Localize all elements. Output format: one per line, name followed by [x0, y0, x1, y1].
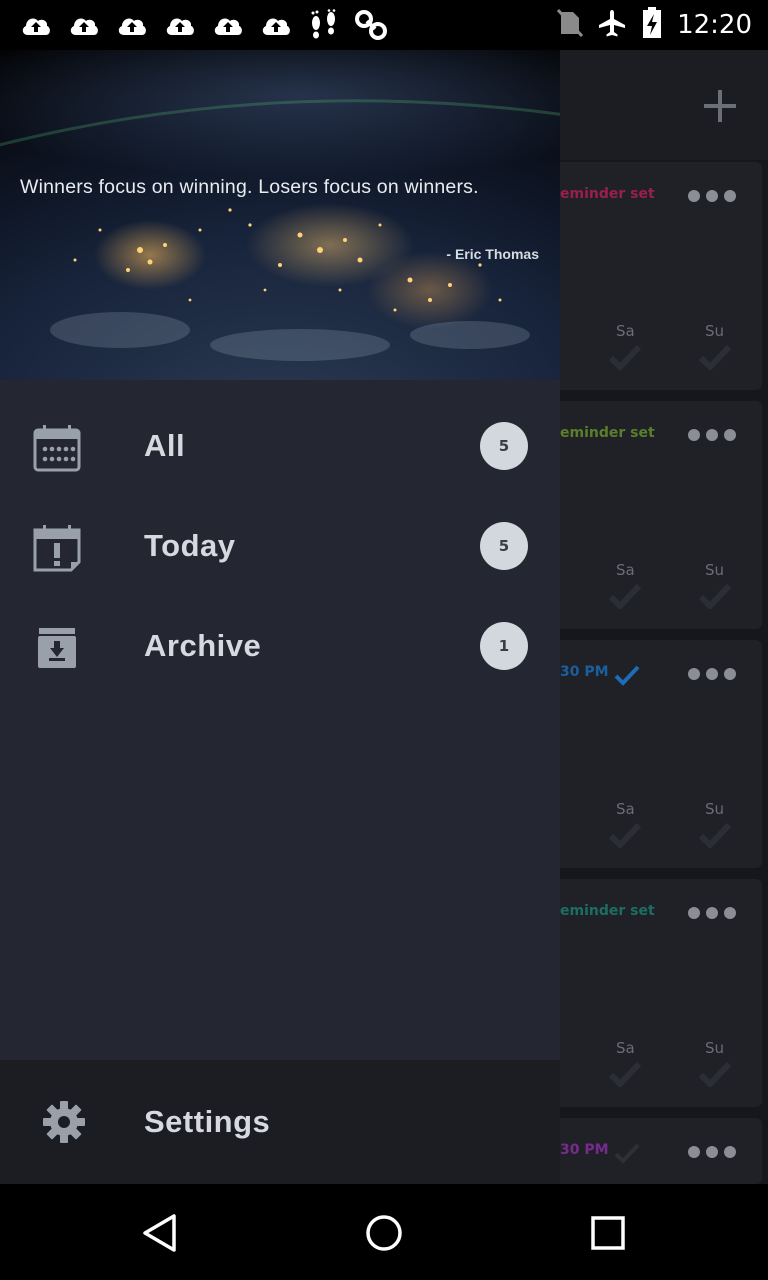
check-icon[interactable]	[608, 344, 642, 370]
check-icon[interactable]	[608, 583, 642, 609]
day-label: Sa	[616, 561, 635, 579]
count-badge: 1	[480, 622, 528, 670]
recents-button[interactable]	[583, 1208, 633, 1258]
drawer-header-image: Winners focus on winning. Losers focus o…	[0, 0, 560, 380]
status-bar: 12:20	[0, 0, 768, 50]
footprints-icon	[306, 9, 341, 40]
reminder-text: eminder set	[560, 186, 655, 202]
habit-card[interactable]: 30 PM Sa Su	[540, 640, 762, 868]
habit-card[interactable]: eminder set Sa Su	[540, 879, 762, 1107]
quote-text: Winners focus on winning. Losers focus o…	[20, 176, 479, 198]
battery-charging-icon	[641, 7, 663, 43]
day-label: Su	[705, 1039, 725, 1057]
day-label: Su	[705, 322, 725, 340]
system-icons: 12:20	[556, 0, 752, 50]
habit-card[interactable]: 30 PM	[540, 1118, 762, 1184]
settings-item[interactable]: Settings	[0, 1060, 560, 1184]
home-button[interactable]	[359, 1208, 409, 1258]
add-icon[interactable]	[700, 86, 740, 126]
habit-card[interactable]: eminder set Sa Su	[540, 162, 762, 390]
check-icon	[614, 665, 640, 686]
day-label: Su	[705, 561, 725, 579]
day-label: Sa	[616, 322, 635, 340]
more-options-icon[interactable]	[688, 429, 736, 441]
check-icon[interactable]	[698, 583, 732, 609]
menu-label: Archive	[144, 628, 262, 663]
upload-cloud-icon	[258, 10, 293, 40]
count-badge: 5	[480, 522, 528, 570]
check-icon	[614, 1143, 640, 1164]
upload-cloud-icon	[114, 10, 149, 40]
count-badge: 5	[480, 422, 528, 470]
check-icon[interactable]	[698, 344, 732, 370]
more-options-icon[interactable]	[688, 1146, 736, 1158]
settings-label: Settings	[144, 1104, 271, 1139]
more-options-icon[interactable]	[688, 668, 736, 680]
check-icon[interactable]	[698, 1061, 732, 1087]
reminder-text: 30 PM	[560, 1142, 609, 1158]
menu-item-all[interactable]: All 5	[0, 402, 560, 502]
menu-item-archive[interactable]: Archive 1	[0, 602, 560, 702]
menu-label: Today	[144, 528, 236, 563]
back-icon	[143, 1214, 176, 1252]
check-icon[interactable]	[698, 822, 732, 848]
reminder-text: eminder set	[560, 425, 655, 441]
day-label: Su	[705, 800, 725, 818]
upload-cloud-icon	[210, 10, 245, 40]
day-label: Sa	[616, 1039, 635, 1057]
calendar-icon	[33, 425, 81, 472]
habit-card[interactable]: eminder set Sa Su	[540, 401, 762, 629]
more-options-icon[interactable]	[688, 190, 736, 202]
reminder-text: 30 PM	[560, 664, 609, 680]
reminder-text: eminder set	[560, 903, 655, 919]
airplane-mode-icon	[597, 8, 627, 42]
quote-author: - Eric Thomas	[446, 246, 539, 262]
notification-icons	[0, 9, 389, 40]
check-icon[interactable]	[608, 1061, 642, 1087]
archive-icon	[38, 628, 76, 668]
check-icon[interactable]	[608, 822, 642, 848]
gear-icon	[43, 1101, 85, 1143]
menu-item-today[interactable]: Today 5	[0, 502, 560, 602]
day-label: Sa	[616, 800, 635, 818]
more-options-icon[interactable]	[688, 907, 736, 919]
back-button[interactable]	[135, 1208, 185, 1258]
navigation-drawer: Winners focus on winning. Losers focus o…	[0, 0, 560, 1184]
clock: 12:20	[677, 10, 752, 40]
navigation-bar	[0, 1184, 768, 1280]
recents-icon	[591, 1216, 625, 1250]
upload-cloud-icon	[162, 10, 197, 40]
menu-label: All	[144, 428, 186, 463]
upload-cloud-icon	[18, 10, 53, 40]
home-icon	[366, 1215, 402, 1251]
no-sim-icon	[556, 8, 584, 42]
link-icon	[354, 10, 389, 40]
upload-cloud-icon	[66, 10, 101, 40]
calendar-alert-icon	[33, 525, 81, 572]
drawer-menu: All 5 Today 5 Archive 1	[0, 380, 560, 702]
